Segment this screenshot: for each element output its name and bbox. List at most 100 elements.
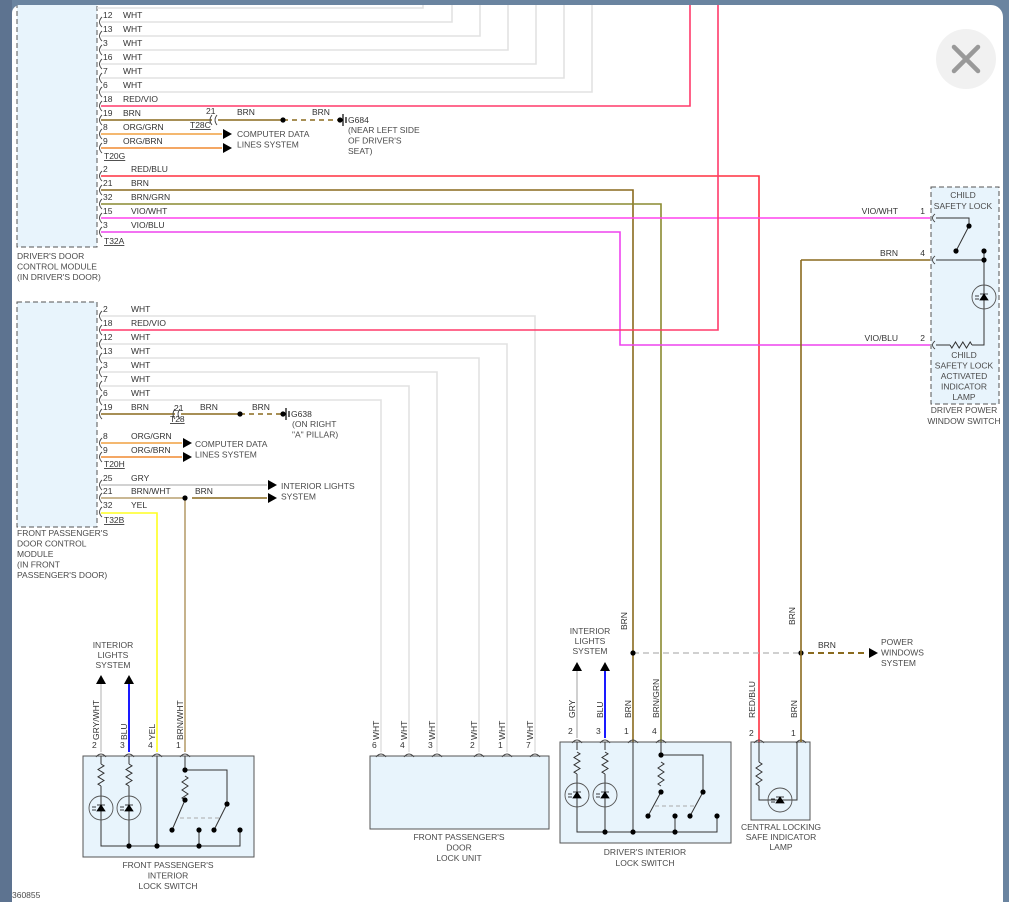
wire-color-label: WHT <box>131 360 150 370</box>
splice-dot <box>658 752 664 758</box>
pin-number: 12 <box>103 10 113 20</box>
driver-lock-switch-label: LOCK SWITCH <box>615 858 674 868</box>
close-button[interactable] <box>936 29 996 89</box>
passenger-door-control-module <box>16 301 98 528</box>
splice-dot <box>981 248 987 254</box>
wire-color-label: WHT <box>123 10 142 20</box>
pass-lock-switch-label: FRONT PASSENGER'S <box>122 860 213 870</box>
interior-lights-label: LIGHTS <box>575 636 606 646</box>
wire-vio-blu <box>101 231 930 346</box>
splice-dot <box>700 789 706 795</box>
pin-number: 4 <box>148 740 153 750</box>
arrow-icon <box>268 493 277 503</box>
splice-dot <box>280 117 286 123</box>
splice-dot <box>280 411 286 417</box>
pin-number: 32 <box>103 500 113 510</box>
wire-color-label: BRN <box>131 178 149 188</box>
wire-color-label: BRN <box>787 607 797 625</box>
splice-dot <box>630 650 636 656</box>
pin-number: 4 <box>920 248 925 258</box>
central-lamp-label: LAMP <box>769 842 792 852</box>
wire-color-label: BRN/WHT <box>131 486 171 496</box>
diagram-viewer-panel: DRIVER'S DOOR CONTROL MODULE (IN DRIVER'S … <box>12 5 1003 902</box>
splice-dot <box>169 827 175 833</box>
ground-id: G684 <box>348 115 369 125</box>
wire-color-label: RED/BLU <box>131 164 168 174</box>
pin-number: 1 <box>498 740 503 750</box>
pin-number: 13 <box>103 24 113 34</box>
child-safety-lock-label: SAFETY LOCK <box>934 201 993 211</box>
computer-data-lines-label: LINES SYSTEM <box>237 140 299 150</box>
driver-module-label: DRIVER'S DOOR <box>17 251 84 261</box>
pin-number: 1 <box>920 206 925 216</box>
wire-color-label: WHT <box>371 721 381 740</box>
wire-color-label: BRN <box>252 402 270 412</box>
wire-color-label: RED/VIO <box>123 94 158 104</box>
arrow-icon <box>223 129 232 139</box>
wire-color-label: ORG/BRN <box>131 445 171 455</box>
wire-color-label: WHT <box>427 721 437 740</box>
wire-white <box>101 5 537 65</box>
splice-dot <box>126 843 132 849</box>
wire-color-label: WHT <box>123 52 142 62</box>
wire-color-label: BLU <box>595 701 605 718</box>
door-lock-unit-label: FRONT PASSENGER'S <box>413 832 504 842</box>
power-windows-label: WINDOWS <box>881 648 924 658</box>
splice-dot <box>645 813 651 819</box>
splice-dot <box>602 829 608 835</box>
power-windows-label: POWER <box>881 637 913 647</box>
child-lock-indicator-label: INDICATOR <box>941 382 987 392</box>
pin-number: 7 <box>103 374 108 384</box>
arrow-icon <box>869 648 878 658</box>
arrow-icon <box>268 480 277 490</box>
splice-dot <box>196 843 202 849</box>
splice-dot <box>672 813 678 819</box>
connector-terminal <box>99 506 103 518</box>
computer-data-lines-label: LINES SYSTEM <box>195 450 257 460</box>
pin-number: 6 <box>103 388 108 398</box>
splice-dot <box>630 829 636 835</box>
ground-location: SEAT) <box>348 146 373 156</box>
pin-number: 2 <box>568 726 573 736</box>
close-icon[interactable] <box>951 44 981 74</box>
splice-dot <box>953 248 959 254</box>
wire-white <box>101 5 593 93</box>
child-lock-indicator-label: LAMP <box>952 392 975 402</box>
pin-number: 6 <box>372 740 377 750</box>
arrow-icon <box>96 675 106 684</box>
splice-dot <box>224 801 230 807</box>
splice-dot <box>687 813 693 819</box>
figure-id: 360855 <box>12 890 41 900</box>
child-lock-indicator-label: SAFETY LOCK <box>935 361 994 371</box>
wire-color-label: WHT <box>131 332 150 342</box>
splice-dot <box>714 813 720 819</box>
passenger-module-label: DOOR CONTROL <box>17 539 87 549</box>
interior-lights-label: INTERIOR <box>570 626 611 636</box>
wire-color-label: WHT <box>525 721 535 740</box>
connector-id: T32B <box>104 515 125 525</box>
wire-color-label: WHT <box>123 80 142 90</box>
interior-lights-label: INTERIOR <box>93 640 134 650</box>
splice-dot <box>981 257 987 263</box>
pin-number: 21 <box>103 486 113 496</box>
child-safety-lock-label: CHILD <box>950 190 976 200</box>
wire-red-vio <box>101 5 719 331</box>
pin-number: 13 <box>103 346 113 356</box>
wire-brn <box>101 189 634 742</box>
central-lamp-label: SAFE INDICATOR <box>746 832 817 842</box>
door-lock-unit-label: DOOR <box>446 843 472 853</box>
wire-color-label: VIO/BLU <box>864 333 898 343</box>
wire-color-label: BRN <box>200 402 218 412</box>
wire-color-label: BRN <box>237 107 255 117</box>
ground-icon <box>342 114 347 126</box>
driver-module-label: (IN DRIVER'S DOOR) <box>17 272 101 282</box>
wire-color-label: VIO/WHT <box>862 206 898 216</box>
wire-color-label: GRY <box>567 699 577 718</box>
wire-color-label: BRN <box>312 107 330 117</box>
splice-dot <box>672 829 678 835</box>
central-lamp-label: CENTRAL LOCKING <box>741 822 821 832</box>
connector-id: T28C <box>190 120 211 130</box>
door-lock-unit-label: LOCK UNIT <box>436 853 481 863</box>
front-passenger-interior-lock-switch <box>82 755 255 858</box>
computer-data-lines-label: COMPUTER DATA <box>195 439 268 449</box>
